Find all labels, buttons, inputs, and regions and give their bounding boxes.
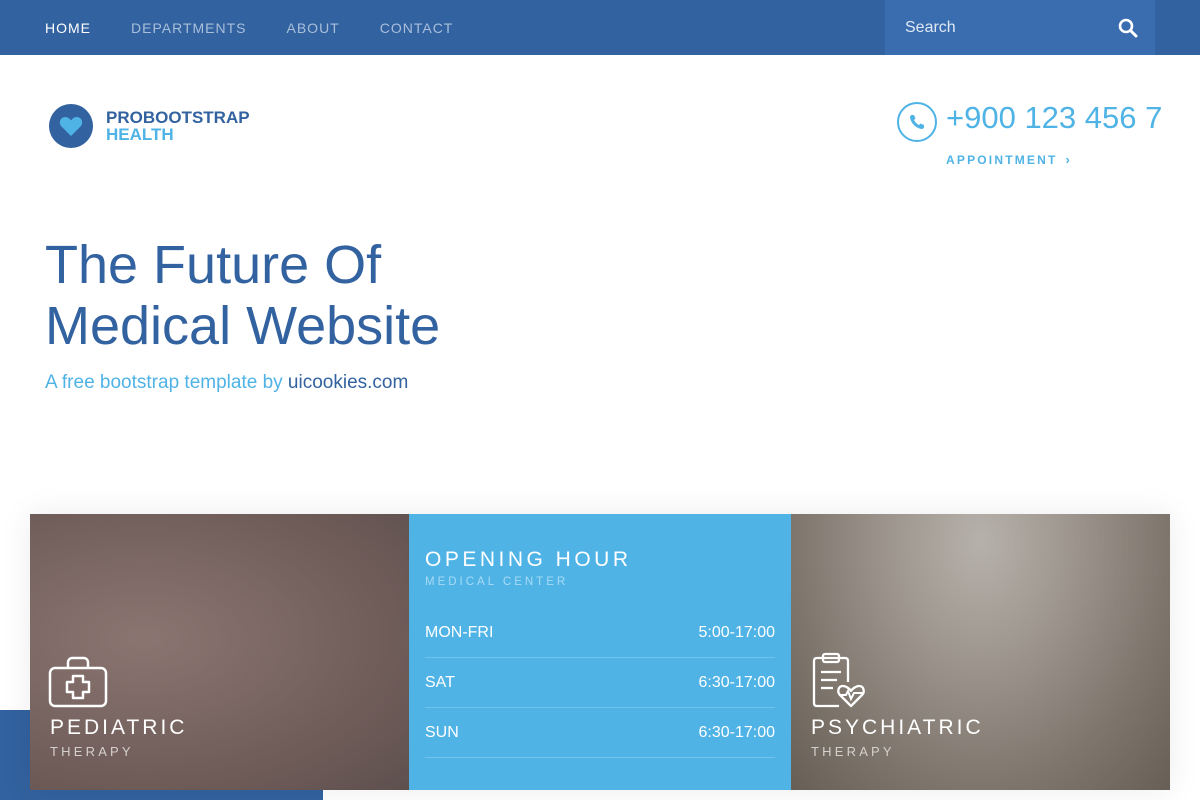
brand-name-line1: PROBOOTSTRAP [106, 108, 250, 127]
nav-item-contact[interactable]: CONTACT [360, 20, 474, 36]
heart-icon [49, 104, 93, 148]
hours-day: SUN [425, 723, 459, 741]
medical-kit-icon [48, 656, 108, 713]
opening-hours-title: OPENING HOUR [425, 548, 632, 571]
nav-item-home[interactable]: HOME [25, 20, 111, 36]
search-icon[interactable] [1117, 17, 1139, 39]
hours-day: MON-FRI [425, 623, 494, 641]
pediatric-card[interactable]: PEDIATRIC THERAPY [30, 514, 409, 790]
hero-subtitle-text: A free bootstrap template by [45, 372, 288, 393]
phone-icon [897, 102, 937, 142]
nav-item-departments[interactable]: DEPARTMENTS [111, 20, 267, 36]
nav-item-about[interactable]: ABOUT [267, 20, 360, 36]
hours-time: 6:30-17:00 [698, 723, 775, 741]
hero-title-line2: Medical Website [45, 296, 441, 356]
hours-time: 6:30-17:00 [698, 673, 775, 691]
uicookies-link[interactable]: uicookies.com [288, 372, 408, 393]
hero-title: The Future Of Medical Website [45, 235, 440, 357]
top-navbar: HOME DEPARTMENTS ABOUT CONTACT [0, 0, 1200, 55]
psychiatric-title: PSYCHIATRIC [811, 716, 984, 739]
appointment-link[interactable]: APPOINTMENT › [946, 152, 1072, 167]
pediatric-subtitle: THERAPY [50, 744, 134, 759]
clipboard-heart-icon [811, 652, 867, 715]
hero-subtitle: A free bootstrap template by uicookies.c… [45, 372, 408, 394]
brand-name: PROBOOTSTRAP HEALTH [106, 109, 250, 143]
opening-hours-list: MON-FRI 5:00-17:00 SAT 6:30-17:00 SUN 6:… [425, 608, 775, 758]
hero-title-line1: The Future Of [45, 235, 382, 295]
phone-number[interactable]: +900 123 456 7 [946, 100, 1162, 136]
appointment-label: APPOINTMENT [946, 153, 1058, 167]
brand-logo[interactable]: PROBOOTSTRAP HEALTH [49, 104, 250, 148]
nav-menu: HOME DEPARTMENTS ABOUT CONTACT [25, 0, 473, 55]
psychiatric-subtitle: THERAPY [811, 744, 895, 759]
chevron-right-icon: › [1065, 152, 1073, 167]
pediatric-title: PEDIATRIC [50, 716, 188, 739]
opening-hours-card: OPENING HOUR MEDICAL CENTER MON-FRI 5:00… [409, 514, 791, 790]
hours-row: SAT 6:30-17:00 [425, 658, 775, 708]
feature-cards: PEDIATRIC THERAPY OPENING HOUR MEDICAL C… [30, 514, 1170, 790]
hours-day: SAT [425, 673, 455, 691]
opening-hours-subtitle: MEDICAL CENTER [425, 576, 569, 588]
hours-row: MON-FRI 5:00-17:00 [425, 608, 775, 658]
hours-row: SUN 6:30-17:00 [425, 708, 775, 758]
hours-time: 5:00-17:00 [698, 623, 775, 641]
brand-name-line2: HEALTH [106, 125, 174, 144]
psychiatric-card[interactable]: PSYCHIATRIC THERAPY [791, 514, 1170, 790]
search-box [885, 0, 1155, 55]
search-input[interactable] [885, 0, 1110, 55]
